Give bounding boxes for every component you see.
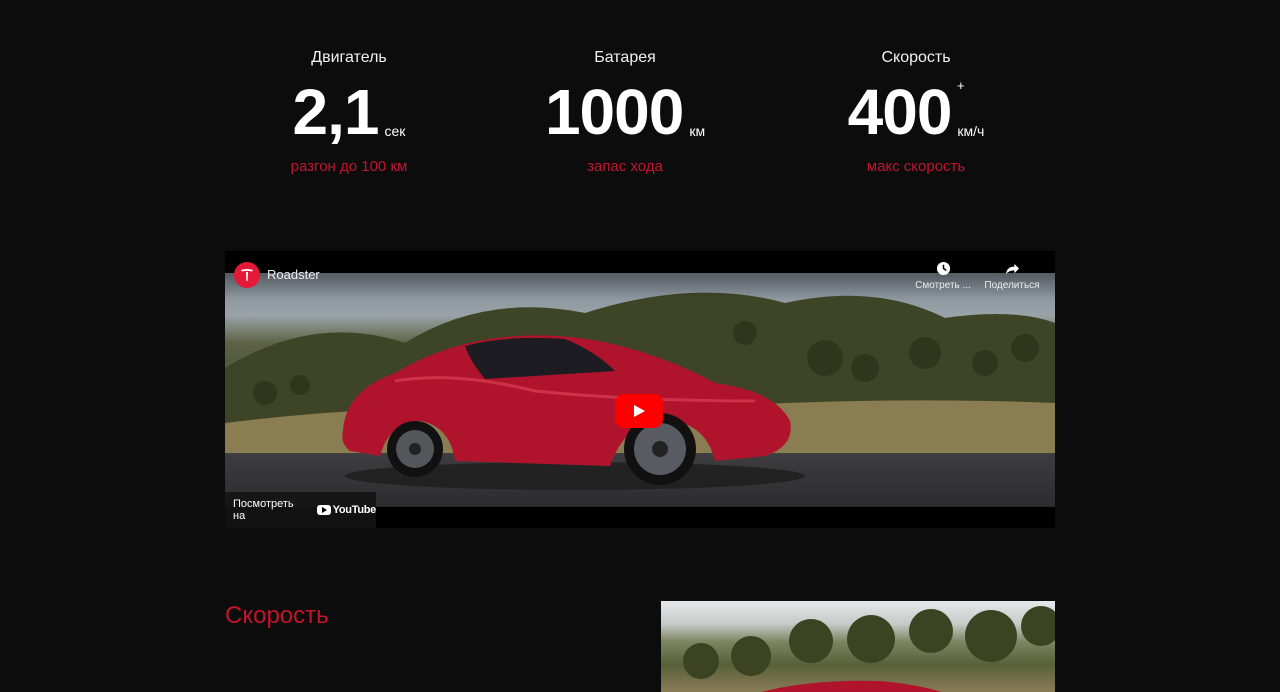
play-icon <box>634 405 645 417</box>
channel-logo[interactable] <box>234 262 260 288</box>
stat-unit: сек <box>384 123 406 139</box>
stat-value-row: 2,1 сек <box>219 78 479 144</box>
stat-unit: км/ч <box>957 123 985 139</box>
stat-caption: запас хода <box>587 158 663 175</box>
share-button[interactable]: Поделиться <box>977 261 1047 291</box>
stat-number: 2,1 <box>292 76 380 148</box>
clock-icon <box>936 261 950 276</box>
watch-on-label: Посмотреть на <box>233 498 294 522</box>
section-photo <box>661 601 1055 692</box>
share-label: Поделиться <box>984 280 1040 291</box>
stat-battery: Батарея 1000 км запас хода <box>495 48 755 175</box>
stat-unit: км <box>689 123 706 139</box>
stat-speed: Скорость 400 км/ч + макс скорость <box>786 48 1046 175</box>
stat-label: Двигатель <box>311 49 387 66</box>
youtube-logo: YouTube <box>316 504 377 516</box>
section-heading: Скорость <box>225 602 329 629</box>
watch-on-youtube-button[interactable]: Посмотреть на YouTube <box>225 492 376 528</box>
stat-value-row: 1000 км <box>495 78 755 144</box>
youtube-play-icon <box>316 505 331 515</box>
play-button[interactable] <box>615 394 663 428</box>
video-title[interactable]: Roadster <box>267 267 320 282</box>
roadster-car-image <box>342 335 805 490</box>
stat-label: Батарея <box>594 49 656 66</box>
share-icon <box>1005 263 1019 275</box>
video-thumbnail[interactable] <box>225 273 1055 507</box>
stat-number: 400 <box>847 76 953 148</box>
watch-later-button[interactable]: Смотреть ... <box>908 261 978 291</box>
stat-value-row: 400 км/ч + <box>786 78 1046 144</box>
tesla-logo-icon <box>241 269 253 281</box>
stat-number: 1000 <box>544 76 684 148</box>
stat-caption: макс скорость <box>866 158 966 175</box>
youtube-wordmark: YouTube <box>332 504 377 516</box>
watch-later-label: Смотреть ... <box>915 280 971 291</box>
stat-caption: разгон до 100 км <box>290 158 408 175</box>
stat-label: Скорость <box>881 49 951 66</box>
stat-engine: Двигатель 2,1 сек разгон до 100 км <box>219 48 479 175</box>
youtube-embed[interactable]: Roadster Смотреть ... Поделиться Посмотр… <box>225 251 1055 528</box>
roadster-photo <box>683 606 1055 692</box>
stat-plus: + <box>957 78 965 93</box>
